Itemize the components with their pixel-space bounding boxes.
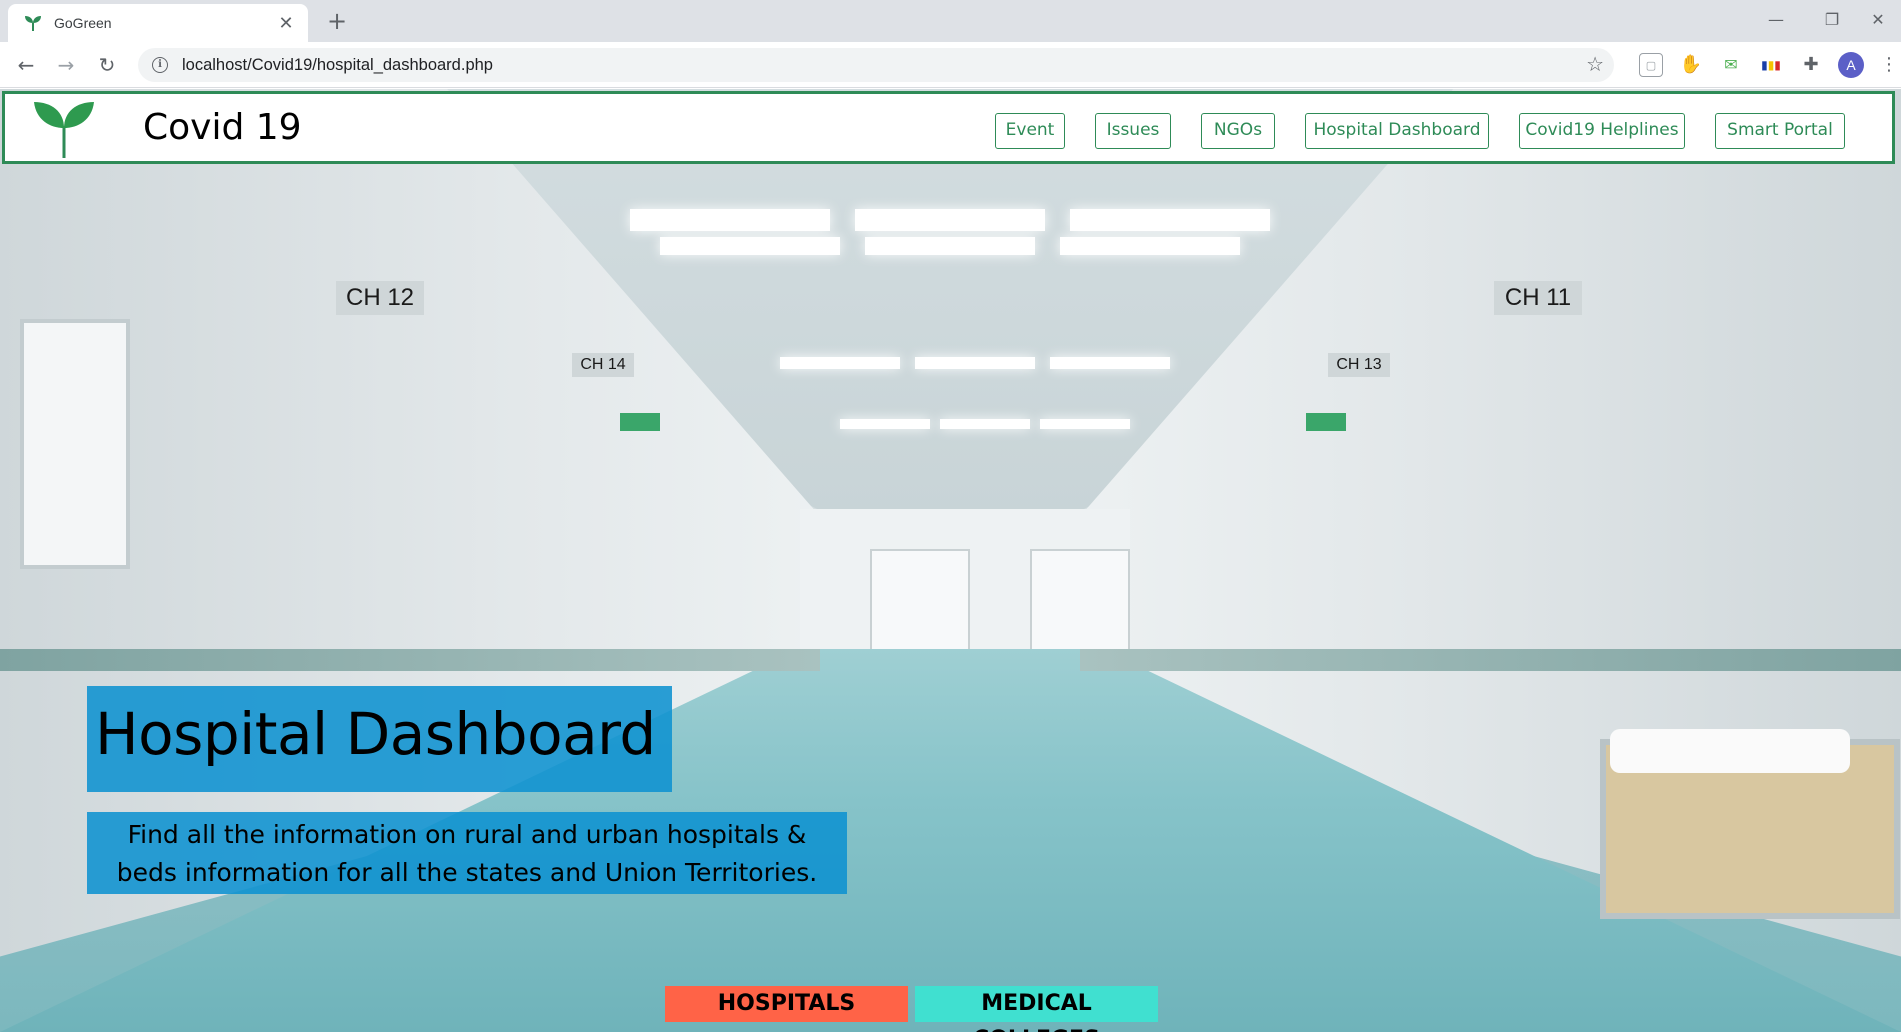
profile-avatar[interactable]: A [1838, 52, 1864, 78]
browser-tab-bar: GoGreen ✕ + — ❐ ✕ [0, 0, 1901, 42]
ceiling-light [1050, 357, 1170, 369]
room-sign: CH 13 [1328, 353, 1390, 377]
room-sign: CH 12 [336, 281, 424, 315]
hero-description-line: Find all the information on rural and ur… [127, 820, 807, 849]
extensions-puzzle-icon[interactable]: ✚ [1799, 53, 1823, 77]
wall-rail-right [1080, 649, 1901, 671]
room-sign: CH 11 [1494, 281, 1582, 315]
nav-issues[interactable]: Issues [1095, 113, 1171, 149]
ceiling-light [1040, 419, 1130, 429]
ceiling-light [660, 237, 840, 255]
close-window-icon[interactable]: ✕ [1858, 6, 1898, 34]
minimize-icon[interactable]: — [1756, 6, 1796, 34]
hero-title-box: Hospital Dashboard [87, 686, 672, 792]
medical-colleges-button[interactable]: MEDICAL COLLEGES [915, 986, 1158, 1032]
forward-icon[interactable]: → [52, 51, 80, 79]
pocket-extension-icon[interactable]: ▢ [1639, 53, 1663, 77]
sprout-favicon-icon [25, 16, 41, 31]
wall-rail-left [0, 649, 820, 671]
exit-sign-icon [620, 413, 660, 431]
hero-title: Hospital Dashboard [95, 700, 656, 768]
menu-kebab-icon[interactable]: ⋮ [1880, 53, 1898, 77]
browser-tab[interactable]: GoGreen ✕ [8, 4, 308, 42]
tab-title: GoGreen [54, 15, 112, 31]
ceiling-light [915, 357, 1035, 369]
nav-ngos[interactable]: NGOs [1201, 113, 1275, 149]
hospitals-button[interactable]: HOSPITALS [665, 986, 908, 1022]
ceiling-light [1060, 237, 1240, 255]
extension-green-icon[interactable]: ✉ [1719, 53, 1743, 77]
ceiling-light [630, 209, 830, 231]
hero-description: Find all the information on rural and ur… [87, 816, 847, 892]
nav-event[interactable]: Event [995, 113, 1065, 149]
nav-smart-portal[interactable]: Smart Portal [1715, 113, 1845, 149]
reload-icon[interactable]: ↻ [93, 51, 121, 79]
hero-description-line: beds information for all the states and … [116, 858, 818, 887]
url-text[interactable]: localhost/Covid19/hospital_dashboard.php [182, 56, 493, 75]
nav-covid19-helplines[interactable]: Covid19 Helplines [1519, 113, 1685, 149]
back-icon[interactable]: ← [12, 51, 40, 79]
extension-orange-icon[interactable]: ✋ [1679, 53, 1703, 77]
browser-toolbar: ← → ↻ i localhost/Covid19/hospital_dashb… [0, 42, 1901, 88]
site-brand[interactable]: Covid 19 [143, 107, 302, 148]
restore-icon[interactable]: ❐ [1812, 6, 1852, 34]
bookmark-star-icon[interactable]: ☆ [1586, 52, 1604, 76]
ceiling-light [1070, 209, 1270, 231]
room-sign: CH 14 [572, 353, 634, 377]
ceiling-light [865, 237, 1035, 255]
close-tab-icon[interactable]: ✕ [276, 13, 296, 34]
new-tab-icon[interactable]: + [322, 8, 352, 36]
nav-hospital-dashboard[interactable]: Hospital Dashboard [1305, 113, 1489, 149]
wall-chart [20, 319, 130, 569]
sprout-logo-icon[interactable] [32, 100, 96, 160]
ceiling-light [840, 419, 930, 429]
ceiling-light [940, 419, 1030, 429]
hero-description-box: Find all the information on rural and ur… [87, 812, 847, 894]
exit-sign-icon [1306, 413, 1346, 431]
page-content: CH 12 CH 14 CH 11 CH 13 Covid 19 Event I… [0, 89, 1901, 1032]
ceiling-light [780, 357, 900, 369]
site-header: Covid 19 Event Issues NGOs Hospital Dash… [2, 91, 1895, 164]
address-bar[interactable]: i localhost/Covid19/hospital_dashboard.p… [138, 48, 1614, 82]
site-info-icon[interactable]: i [152, 57, 168, 73]
bed-pillow [1610, 729, 1850, 773]
ceiling-light [855, 209, 1045, 231]
extension-flag-icon[interactable]: ▮▮▮ [1759, 53, 1783, 77]
